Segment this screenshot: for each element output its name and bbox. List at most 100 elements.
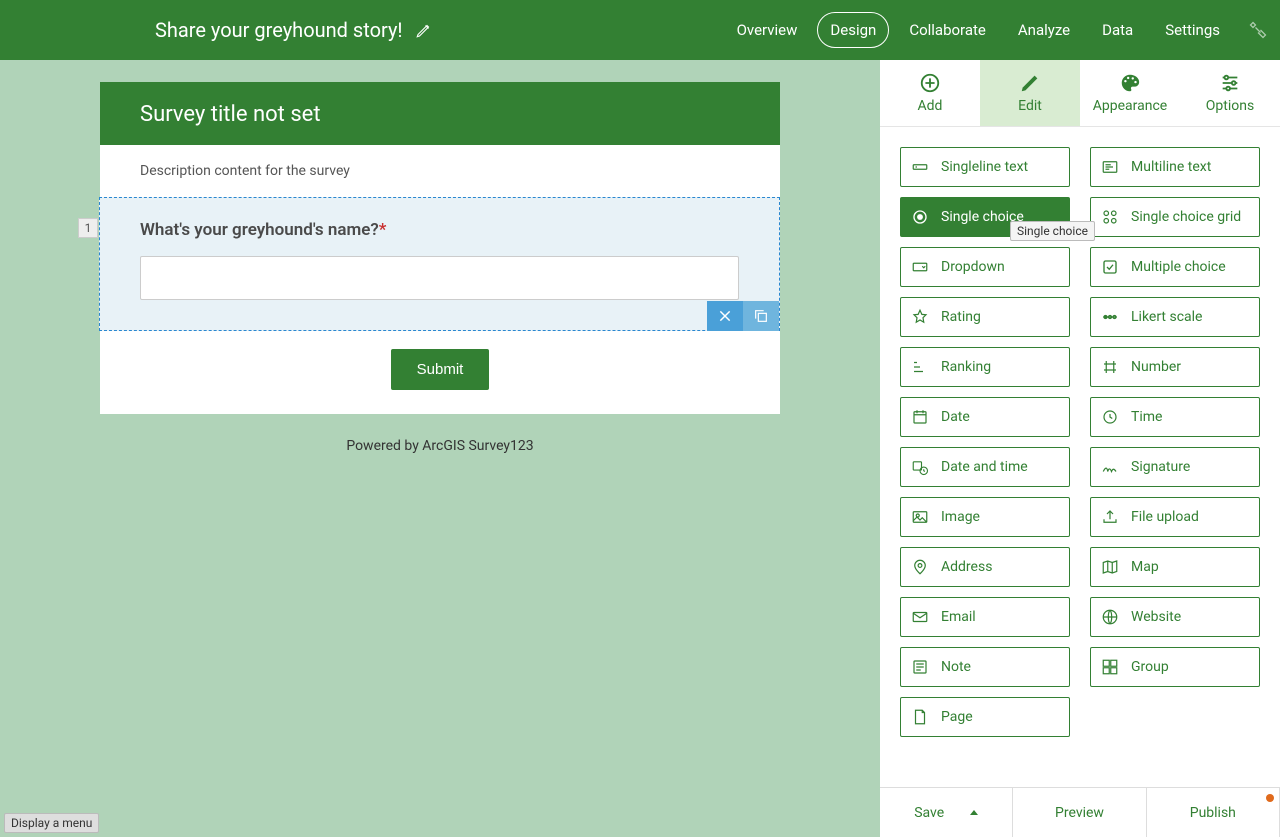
qtype-date[interactable]: Date — [900, 397, 1070, 437]
nav-overview[interactable]: Overview — [725, 13, 810, 47]
qtype-group[interactable]: Group — [1090, 647, 1260, 687]
file-upload-icon — [1101, 508, 1119, 526]
nav-design[interactable]: Design — [817, 12, 889, 48]
qtype-map[interactable]: Map — [1090, 547, 1260, 587]
question-number: 1 — [78, 218, 98, 238]
save-label: Save — [914, 805, 944, 821]
qtype-likert-scale[interactable]: Likert scale — [1090, 297, 1260, 337]
qtype-singleline-text[interactable]: Singleline text — [900, 147, 1070, 187]
edit-icon — [1019, 72, 1041, 94]
survey-canvas: Survey title not set Description content… — [0, 60, 880, 837]
nav-analyze[interactable]: Analyze — [1006, 13, 1082, 47]
qtype-signature[interactable]: Signature — [1090, 447, 1260, 487]
likert-scale-icon — [1101, 308, 1119, 326]
preview-button[interactable]: Preview — [1013, 788, 1146, 837]
tab-add-label: Add — [918, 98, 943, 114]
qtype-label: Group — [1131, 659, 1169, 675]
qtype-label: Single choice grid — [1131, 209, 1241, 225]
tab-options[interactable]: Options — [1180, 60, 1280, 126]
qtype-label: Map — [1131, 559, 1159, 575]
qtype-note[interactable]: Note — [900, 647, 1070, 687]
nav-settings[interactable]: Settings — [1153, 13, 1232, 47]
tools-button[interactable] — [1248, 20, 1268, 40]
powered-by: Powered by ArcGIS Survey123 — [100, 438, 780, 454]
question-1[interactable]: 1 What's your greyhound's name?* — [99, 197, 780, 331]
qtype-date-and-time[interactable]: Date and time — [900, 447, 1070, 487]
qtype-label: Date — [941, 409, 970, 425]
page-icon — [911, 708, 929, 726]
website-icon — [1101, 608, 1119, 626]
sidebar-tabs: Add Edit Appearance Options — [880, 60, 1280, 127]
number-icon — [1101, 358, 1119, 376]
qtype-file-upload[interactable]: File upload — [1090, 497, 1260, 537]
date-and-time-icon — [911, 458, 929, 476]
survey-description[interactable]: Description content for the survey — [100, 145, 780, 197]
delete-question-button[interactable] — [707, 301, 743, 331]
qtype-multiple-choice[interactable]: Multiple choice — [1090, 247, 1260, 287]
qtype-page[interactable]: Page — [900, 697, 1070, 737]
qtype-label: Note — [941, 659, 971, 675]
qtype-label: Number — [1131, 359, 1181, 375]
qtype-number[interactable]: Number — [1090, 347, 1260, 387]
pencil-icon — [415, 21, 433, 39]
tab-edit[interactable]: Edit — [980, 60, 1080, 126]
close-icon — [717, 308, 733, 324]
tab-options-label: Options — [1206, 98, 1254, 114]
email-icon — [911, 608, 929, 626]
single-choice-icon — [911, 208, 929, 226]
qtype-label: Dropdown — [941, 259, 1005, 275]
qtype-label: Address — [941, 559, 992, 575]
qtype-label: Signature — [1131, 459, 1190, 475]
signature-icon — [1101, 458, 1119, 476]
map-icon — [1101, 558, 1119, 576]
duplicate-question-button[interactable] — [743, 301, 779, 331]
tab-add[interactable]: Add — [880, 60, 980, 126]
qtype-website[interactable]: Website — [1090, 597, 1260, 637]
appearance-icon — [1119, 72, 1141, 94]
qtype-image[interactable]: Image — [900, 497, 1070, 537]
save-button[interactable]: Save — [880, 788, 1013, 837]
qtype-label: Time — [1131, 409, 1162, 425]
submit-button[interactable]: Submit — [391, 349, 490, 390]
question-label: What's your greyhound's name?* — [140, 220, 739, 240]
sidebar-footer: Save Preview Publish — [880, 787, 1280, 837]
qtype-multiline-text[interactable]: Multiline text — [1090, 147, 1260, 187]
qtype-dropdown[interactable]: Dropdown — [900, 247, 1070, 287]
nav-collaborate[interactable]: Collaborate — [897, 13, 998, 47]
qtype-email[interactable]: Email — [900, 597, 1070, 637]
required-mark: * — [379, 220, 387, 240]
rating-icon — [911, 308, 929, 326]
nav-data[interactable]: Data — [1090, 13, 1145, 47]
time-icon — [1101, 408, 1119, 426]
unsaved-indicator — [1266, 794, 1274, 802]
multiple-choice-icon — [1101, 258, 1119, 276]
hover-tooltip: Single choice — [1010, 221, 1095, 241]
qtype-single-choice-grid[interactable]: Single choice grid — [1090, 197, 1260, 237]
dropdown-icon — [911, 258, 929, 276]
qtype-ranking[interactable]: Ranking — [900, 347, 1070, 387]
qtype-label: Website — [1131, 609, 1181, 625]
qtype-rating[interactable]: Rating — [900, 297, 1070, 337]
qtype-address[interactable]: Address — [900, 547, 1070, 587]
tab-appearance[interactable]: Appearance — [1080, 60, 1180, 126]
tools-icon — [1248, 20, 1268, 40]
publish-button[interactable]: Publish — [1147, 788, 1280, 837]
survey-name: Share your greyhound story! — [155, 18, 403, 42]
qtype-time[interactable]: Time — [1090, 397, 1260, 437]
question-type-palette: Singleline text Multiline text Single choi… — [880, 127, 1280, 787]
survey-title[interactable]: Survey title not set — [100, 82, 780, 145]
question-input[interactable] — [140, 256, 739, 300]
qtype-label: Rating — [941, 309, 981, 325]
top-nav: Overview Design Collaborate Analyze Data… — [725, 12, 1232, 48]
browser-tooltip: Display a menu — [4, 813, 99, 833]
qtype-label: Date and time — [941, 459, 1028, 475]
qtype-label: Image — [941, 509, 980, 525]
add-icon — [919, 72, 941, 94]
qtype-label: Page — [941, 709, 973, 725]
ranking-icon — [911, 358, 929, 376]
qtype-label: Likert scale — [1131, 309, 1202, 325]
singleline-text-icon — [911, 158, 929, 176]
tab-appearance-label: Appearance — [1093, 98, 1167, 114]
edit-title-button[interactable] — [415, 21, 433, 39]
single-choice-grid-icon — [1101, 208, 1119, 226]
